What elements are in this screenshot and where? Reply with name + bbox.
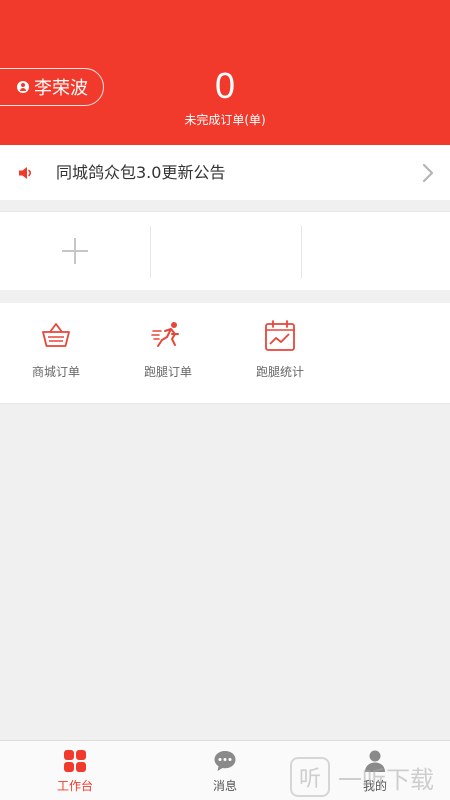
speaker-icon [19,167,31,179]
menu-item-label: 跑腿统计 [255,365,304,379]
menu-item-label: 商城订单 [31,365,80,379]
pending-orders-count[interactable]: 0 [0,66,450,106]
plus-icon [62,238,88,264]
header: 李荣波 0 未完成订单(单) [0,0,450,145]
chat-bubble-icon [214,751,236,771]
announcement-text: 同城鸽众包3.0更新公告 [56,163,226,182]
menu-item-errand-stats[interactable]: 跑腿统计 [224,319,336,389]
tab-label: 消息 [212,779,237,793]
calendar-chart-icon [265,320,295,351]
bottom-tab-bar: 工作台 消息 我的 [0,740,450,800]
announcement-bar[interactable]: 同城鸽众包3.0更新公告 [0,145,450,200]
grid-icon [64,750,86,772]
tab-messages[interactable]: 消息 [150,741,300,800]
runner-icon [151,322,179,347]
function-menu: 商城订单 跑腿订单 跑腿统计 [0,303,450,404]
chevron-right-icon [422,163,434,183]
empty-slot [301,226,450,278]
shopping-basket-icon [42,323,70,347]
quick-slots [0,211,450,290]
tab-label: 工作台 [56,779,93,793]
tab-label: 我的 [362,779,387,793]
person-icon [365,750,385,772]
pending-orders-label: 未完成订单(单) [184,113,266,127]
menu-item-mall-orders[interactable]: 商城订单 [0,319,112,389]
tab-workbench[interactable]: 工作台 [0,741,150,800]
menu-item-label: 跑腿订单 [143,365,192,379]
empty-slot [150,226,301,278]
add-slot-button[interactable] [0,226,150,278]
menu-item-errand-orders[interactable]: 跑腿订单 [112,319,224,389]
tab-mine[interactable]: 我的 [300,741,450,800]
